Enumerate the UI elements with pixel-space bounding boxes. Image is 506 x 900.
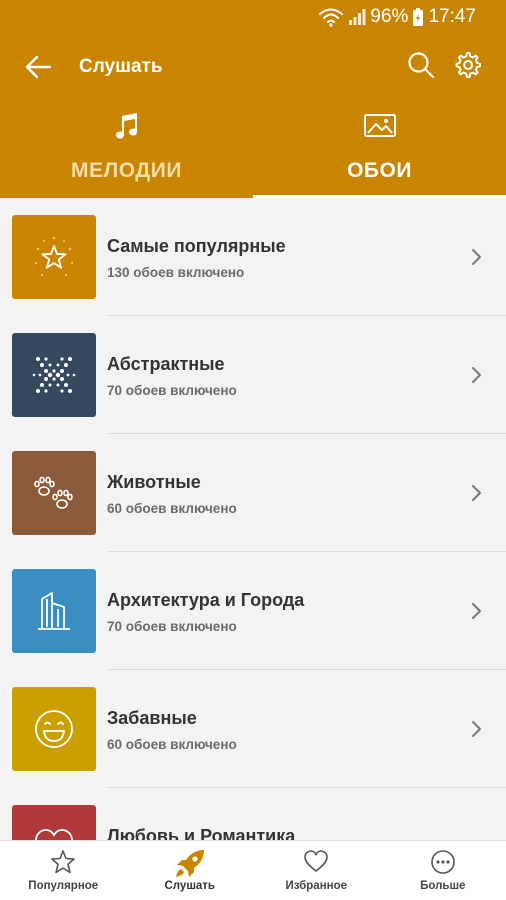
search-button[interactable] xyxy=(406,50,436,80)
category-count: 60 обоев включено xyxy=(107,737,237,752)
category-count: 70 обоев включено xyxy=(107,383,237,398)
category-thumbnail xyxy=(12,215,96,299)
category-thumbnail xyxy=(12,333,96,417)
status-bar: 96% 17:47 xyxy=(0,0,506,36)
nav-label: Избранное xyxy=(285,880,348,892)
nav-popular[interactable]: Популярное xyxy=(0,841,127,900)
nav-label: Популярное xyxy=(28,880,99,892)
category-name: Самые популярные xyxy=(107,236,286,256)
wifi-icon xyxy=(318,7,344,27)
category-thumbnail xyxy=(12,805,96,840)
image-icon xyxy=(363,112,397,145)
category-name: Любовь и Романтика xyxy=(107,826,296,840)
category-item-abstract[interactable]: Абстрактные 70 обоев включено xyxy=(0,316,506,434)
settings-button[interactable] xyxy=(452,50,482,80)
nav-label: Больше xyxy=(420,880,466,892)
category-item-popular[interactable]: Самые популярные 130 обоев включено xyxy=(0,198,506,316)
rocket-icon xyxy=(174,849,206,884)
more-dots-icon xyxy=(430,849,456,880)
nav-more[interactable]: Больше xyxy=(380,841,506,900)
battery-icon xyxy=(412,7,424,27)
chevron-right-icon xyxy=(470,247,484,272)
category-item-architecture[interactable]: Архитектура и Города 70 обоев включено xyxy=(0,552,506,670)
chevron-right-icon xyxy=(470,365,484,390)
category-count: 70 обоев включено xyxy=(107,619,237,634)
chevron-right-icon xyxy=(470,601,484,626)
smile-icon xyxy=(35,710,73,748)
chevron-right-icon xyxy=(470,483,484,508)
category-name: Абстрактные xyxy=(107,354,225,374)
arrow-left-icon xyxy=(25,55,52,79)
search-icon xyxy=(408,52,435,79)
category-name: Забавные xyxy=(107,708,197,728)
category-name: Животные xyxy=(107,472,201,492)
heart-outline-icon xyxy=(303,849,329,878)
tab-label: МЕЛОДИИ xyxy=(71,159,182,182)
battery-percent: 96% xyxy=(370,6,409,27)
gear-icon xyxy=(455,52,481,78)
tab-bar: МЕЛОДИИ ОБОИ xyxy=(0,108,506,198)
category-thumbnail xyxy=(12,451,96,535)
abstract-dots-icon xyxy=(32,357,76,393)
star-icon xyxy=(34,236,74,277)
category-item-animals[interactable]: Животные 60 обоев включено xyxy=(0,434,506,552)
nav-listen[interactable]: Слушать xyxy=(127,841,254,900)
category-thumbnail xyxy=(12,569,96,653)
heart-icon xyxy=(35,829,73,840)
nav-favorites[interactable]: Избранное xyxy=(253,841,380,900)
tab-label: ОБОИ xyxy=(347,159,412,182)
star-outline-icon xyxy=(50,849,76,880)
category-item-love[interactable]: Любовь и Романтика xyxy=(0,788,506,840)
tab-wallpapers[interactable]: ОБОИ xyxy=(253,108,506,198)
category-name: Архитектура и Города xyxy=(107,590,305,610)
building-icon xyxy=(38,592,70,630)
category-count: 60 обоев включено xyxy=(107,501,237,516)
category-item-funny[interactable]: Забавные 60 обоев включено xyxy=(0,670,506,788)
page-title: Слушать xyxy=(79,56,163,77)
chevron-right-icon xyxy=(470,719,484,744)
paw-prints-icon xyxy=(34,476,73,509)
back-button[interactable] xyxy=(22,50,56,84)
music-note-icon xyxy=(113,112,141,147)
category-count: 130 обоев включено xyxy=(107,265,245,280)
toolbar: Слушать xyxy=(0,36,506,96)
clock: 17:47 xyxy=(428,6,476,27)
app-header: 96% 17:47 Слушать МЕЛОДИИ ОБОИ xyxy=(0,0,506,198)
bottom-navigation: Популярное Слушать Избранное Больше xyxy=(0,840,506,900)
category-thumbnail xyxy=(12,687,96,771)
nav-label: Слушать xyxy=(164,880,216,892)
signal-icon xyxy=(348,8,366,26)
category-list: Самые популярные 130 обоев включено Абст… xyxy=(0,198,506,840)
tab-melodies[interactable]: МЕЛОДИИ xyxy=(0,108,253,198)
